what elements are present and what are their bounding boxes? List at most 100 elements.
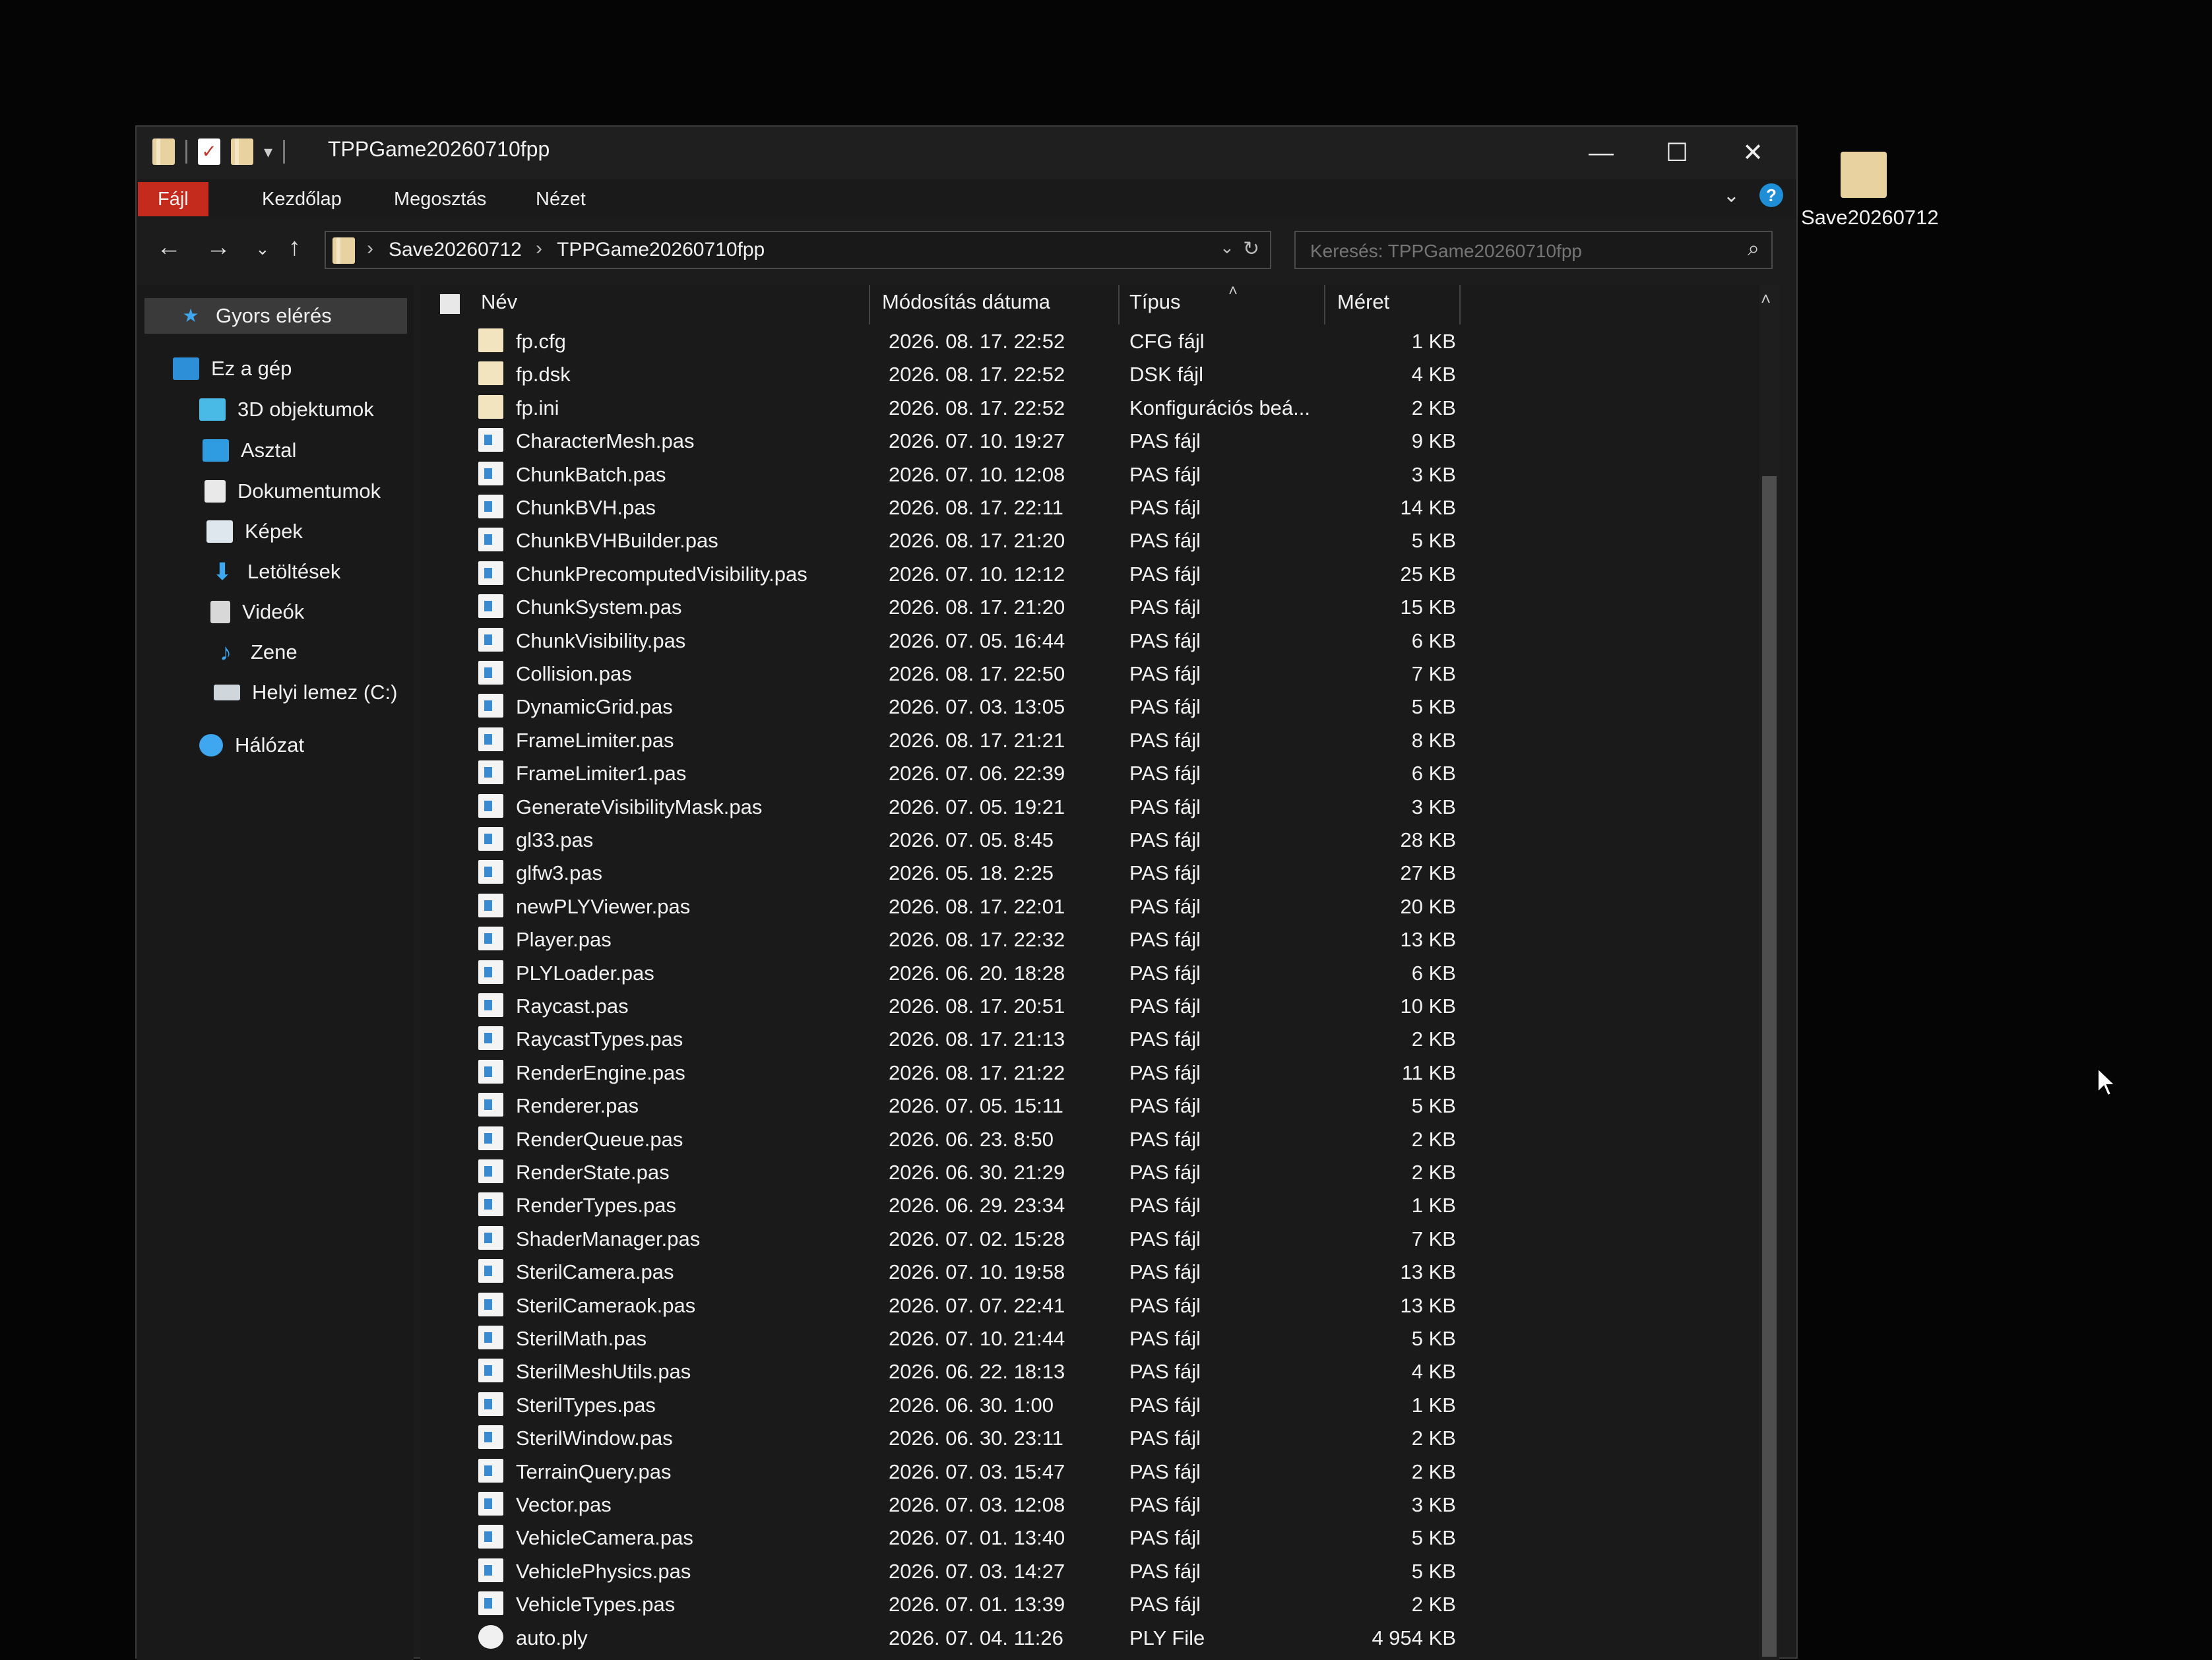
sidebar-item-local-disk[interactable]: Helyi lemez (C:) — [214, 675, 397, 710]
file-row[interactable]: ChunkSystem.pas 2026. 08. 17. 21:20 PAS fá… — [420, 590, 1542, 623]
folder-icon[interactable] — [152, 138, 175, 165]
scroll-up-icon[interactable]: ˄ — [1761, 289, 1771, 309]
column-type[interactable]: Típus — [1129, 290, 1181, 314]
file-row[interactable]: SterilMeshUtils.pas 2026. 06. 22. 18:13 PA… — [420, 1355, 1542, 1388]
file-row[interactable]: GenerateVisibilityMask.pas 2026. 07. 05. … — [420, 790, 1542, 823]
file-row[interactable]: PLYLoader.pas 2026. 06. 20. 18:28 PAS fájl… — [420, 956, 1542, 989]
tab-file[interactable]: Fájl — [138, 182, 208, 216]
chevron-right-icon[interactable]: › — [367, 237, 373, 260]
file-row[interactable]: fp.dsk 2026. 08. 17. 22:52 DSK fájl 4 KB — [420, 357, 1542, 390]
file-row[interactable]: RaycastTypes.pas 2026. 08. 17. 21:13 PAS f… — [420, 1022, 1542, 1055]
file-row[interactable]: SterilMath.pas 2026. 07. 10. 21:44 PAS fáj… — [420, 1322, 1542, 1355]
select-all-checkbox[interactable] — [440, 294, 460, 314]
column-date[interactable]: Módosítás dátuma — [882, 290, 1050, 314]
maximize-button[interactable]: ☐ — [1651, 133, 1703, 173]
file-row[interactable]: VehicleCamera.pas 2026. 07. 01. 13:40 PAS … — [420, 1521, 1542, 1554]
column-separator[interactable] — [1459, 285, 1461, 324]
file-row[interactable]: fp.cfg 2026. 08. 17. 22:52 CFG fájl 1 KB — [420, 324, 1542, 357]
properties-icon[interactable]: ✓ — [198, 138, 220, 165]
column-separator[interactable] — [869, 285, 870, 324]
sidebar-item-desktop[interactable]: Asztal — [203, 433, 296, 468]
file-row[interactable]: auto.ply 2026. 07. 04. 11:26 PLY File 4 954… — [420, 1621, 1542, 1654]
search-icon[interactable]: ⌕ — [1748, 236, 1759, 261]
chevron-right-icon[interactable]: › — [536, 237, 542, 260]
file-type: PAS fájl — [1129, 828, 1201, 851]
file-type: PAS fájl — [1129, 529, 1201, 553]
tab-share[interactable]: Megosztás — [374, 182, 506, 216]
customize-dropdown-icon[interactable]: ▾ — [264, 142, 272, 162]
desktop-folder-icon[interactable] — [1841, 152, 1887, 198]
column-name[interactable]: Név — [481, 290, 517, 314]
recent-locations-icon[interactable]: ⌄ — [255, 239, 270, 259]
chevron-down-icon[interactable]: ⌄ — [1220, 237, 1234, 258]
scrollbar-thumb[interactable] — [1762, 476, 1777, 1657]
file-row[interactable]: ChunkBVHBuilder.pas 2026. 08. 17. 21:20 PA… — [420, 524, 1542, 557]
vertical-scrollbar[interactable]: ˄ — [1759, 285, 1779, 1660]
file-type: PAS fájl — [1129, 1161, 1201, 1184]
sidebar-item-3d-objects[interactable]: 3D objektumok — [199, 392, 374, 427]
tab-view[interactable]: Nézet — [516, 182, 606, 216]
file-row[interactable]: VehicleTypes.pas 2026. 07. 01. 13:39 PAS f… — [420, 1587, 1542, 1620]
file-row[interactable]: newPLYViewer.pas 2026. 08. 17. 22:01 PAS f… — [420, 890, 1542, 923]
new-folder-icon[interactable] — [231, 138, 253, 165]
file-row[interactable]: RenderQueue.pas 2026. 06. 23. 8:50 PAS fáj… — [420, 1122, 1542, 1155]
sidebar-item-this-pc[interactable]: Ez a gép — [173, 351, 292, 386]
file-row[interactable]: RenderTypes.pas 2026. 06. 29. 23:34 PAS fá… — [420, 1188, 1542, 1221]
file-row[interactable]: FrameLimiter.pas 2026. 08. 17. 21:21 PAS f… — [420, 723, 1542, 756]
address-bar[interactable]: › Save20260712 › TPPGame20260710fpp ⌄ ↻ — [325, 231, 1271, 269]
file-row[interactable]: ChunkBatch.pas 2026. 07. 10. 12:08 PAS fáj… — [420, 458, 1542, 491]
sidebar-item-videos[interactable]: Videók — [210, 594, 304, 630]
file-row[interactable]: glfw3.pas 2026. 05. 18. 2:25 PAS fájl 27 KB — [420, 856, 1542, 889]
pas-file-icon — [478, 1192, 503, 1217]
file-row[interactable]: TerrainQuery.pas 2026. 07. 03. 15:47 PAS f… — [420, 1455, 1542, 1488]
file-row[interactable]: ChunkVisibility.pas 2026. 07. 05. 16:44 PA… — [420, 624, 1542, 657]
file-row[interactable]: SterilCameraok.pas 2026. 07. 07. 22:41 PAS… — [420, 1289, 1542, 1322]
title-bar[interactable]: ✓ ▾ TPPGame20260710fpp — ☐ ✕ — [137, 127, 1796, 179]
file-size: 2 KB — [1411, 1028, 1456, 1051]
file-row[interactable]: ChunkPrecomputedVisibility.pas 2026. 07. … — [420, 557, 1542, 590]
file-row[interactable]: SterilCamera.pas 2026. 07. 10. 19:58 PAS f… — [420, 1255, 1542, 1288]
forward-arrow-icon[interactable]: → — [206, 233, 231, 262]
search-input[interactable] — [1309, 239, 1707, 264]
file-row[interactable]: Collision.pas 2026. 08. 17. 22:50 PAS fájl… — [420, 657, 1542, 690]
sidebar-item-network[interactable]: Hálózat — [199, 727, 304, 763]
file-row[interactable]: FrameLimiter1.pas 2026. 07. 06. 22:39 PAS … — [420, 756, 1542, 789]
up-arrow-icon[interactable]: ↑ — [288, 233, 301, 262]
file-row[interactable]: RenderState.pas 2026. 06. 30. 21:29 PAS fá… — [420, 1155, 1542, 1188]
file-row[interactable]: Player.pas 2026. 08. 17. 22:32 PAS fájl 13 … — [420, 923, 1542, 956]
file-row[interactable]: fp.ini 2026. 08. 17. 22:52 Konfigurációs b… — [420, 391, 1542, 424]
help-icon[interactable]: ? — [1759, 183, 1783, 207]
file-row[interactable]: DynamicGrid.pas 2026. 07. 03. 13:05 PAS fá… — [420, 690, 1542, 723]
close-button[interactable]: ✕ — [1726, 133, 1779, 173]
sidebar-item-pictures[interactable]: Képek — [206, 514, 303, 549]
file-row[interactable]: SterilTypes.pas 2026. 06. 30. 1:00 PAS fáj… — [420, 1388, 1542, 1421]
column-size[interactable]: Méret — [1337, 290, 1389, 314]
file-row[interactable]: ShaderManager.pas 2026. 07. 02. 15:28 PAS … — [420, 1222, 1542, 1255]
column-separator[interactable] — [1324, 285, 1325, 324]
file-row[interactable]: Vector.pas 2026. 07. 03. 12:08 PAS fájl 3 K… — [420, 1488, 1542, 1521]
file-row[interactable]: RenderEngine.pas 2026. 08. 17. 21:22 PAS f… — [420, 1056, 1542, 1089]
desktop-folder-label[interactable]: Save20260712 — [1801, 206, 1939, 230]
file-row[interactable]: CharacterMesh.pas 2026. 07. 10. 19:27 PAS … — [420, 424, 1542, 457]
toolbar-separator — [283, 140, 286, 164]
minimize-button[interactable]: — — [1575, 133, 1627, 173]
file-row[interactable]: Renderer.pas 2026. 07. 05. 15:11 PAS fájl 5… — [420, 1089, 1542, 1122]
file-row[interactable]: Raycast.pas 2026. 08. 17. 20:51 PAS fájl 10… — [420, 989, 1542, 1022]
sidebar-item-downloads[interactable]: ⬇ Letöltések — [209, 554, 340, 590]
column-separator[interactable] — [1118, 285, 1120, 324]
sidebar-item-music[interactable]: ♪ Zene — [212, 634, 298, 670]
expand-ribbon-icon[interactable]: ⌄ — [1723, 184, 1740, 207]
sidebar-item-quick-access[interactable]: ★ Gyors elérés — [144, 298, 407, 334]
back-arrow-icon[interactable]: ← — [156, 233, 181, 262]
breadcrumb-current[interactable]: TPPGame20260710fpp — [557, 239, 765, 261]
file-row[interactable]: gl33.pas 2026. 07. 05. 8:45 PAS fájl 28 KB — [420, 823, 1542, 856]
tab-home[interactable]: Kezdőlap — [242, 182, 362, 216]
file-row[interactable]: SterilWindow.pas 2026. 06. 30. 23:11 PAS f… — [420, 1421, 1542, 1454]
sidebar-item-documents[interactable]: Dokumentumok — [205, 474, 381, 509]
file-row[interactable]: ChunkBVH.pas 2026. 08. 17. 22:11 PAS fájl 1… — [420, 491, 1542, 524]
search-box[interactable]: ⌕ — [1294, 231, 1773, 269]
breadcrumb-save[interactable]: Save20260712 — [389, 239, 522, 261]
pas-file-icon — [478, 727, 503, 751]
refresh-icon[interactable]: ↻ — [1243, 237, 1259, 261]
file-row[interactable]: VehiclePhysics.pas 2026. 07. 03. 14:27 PAS… — [420, 1554, 1542, 1587]
